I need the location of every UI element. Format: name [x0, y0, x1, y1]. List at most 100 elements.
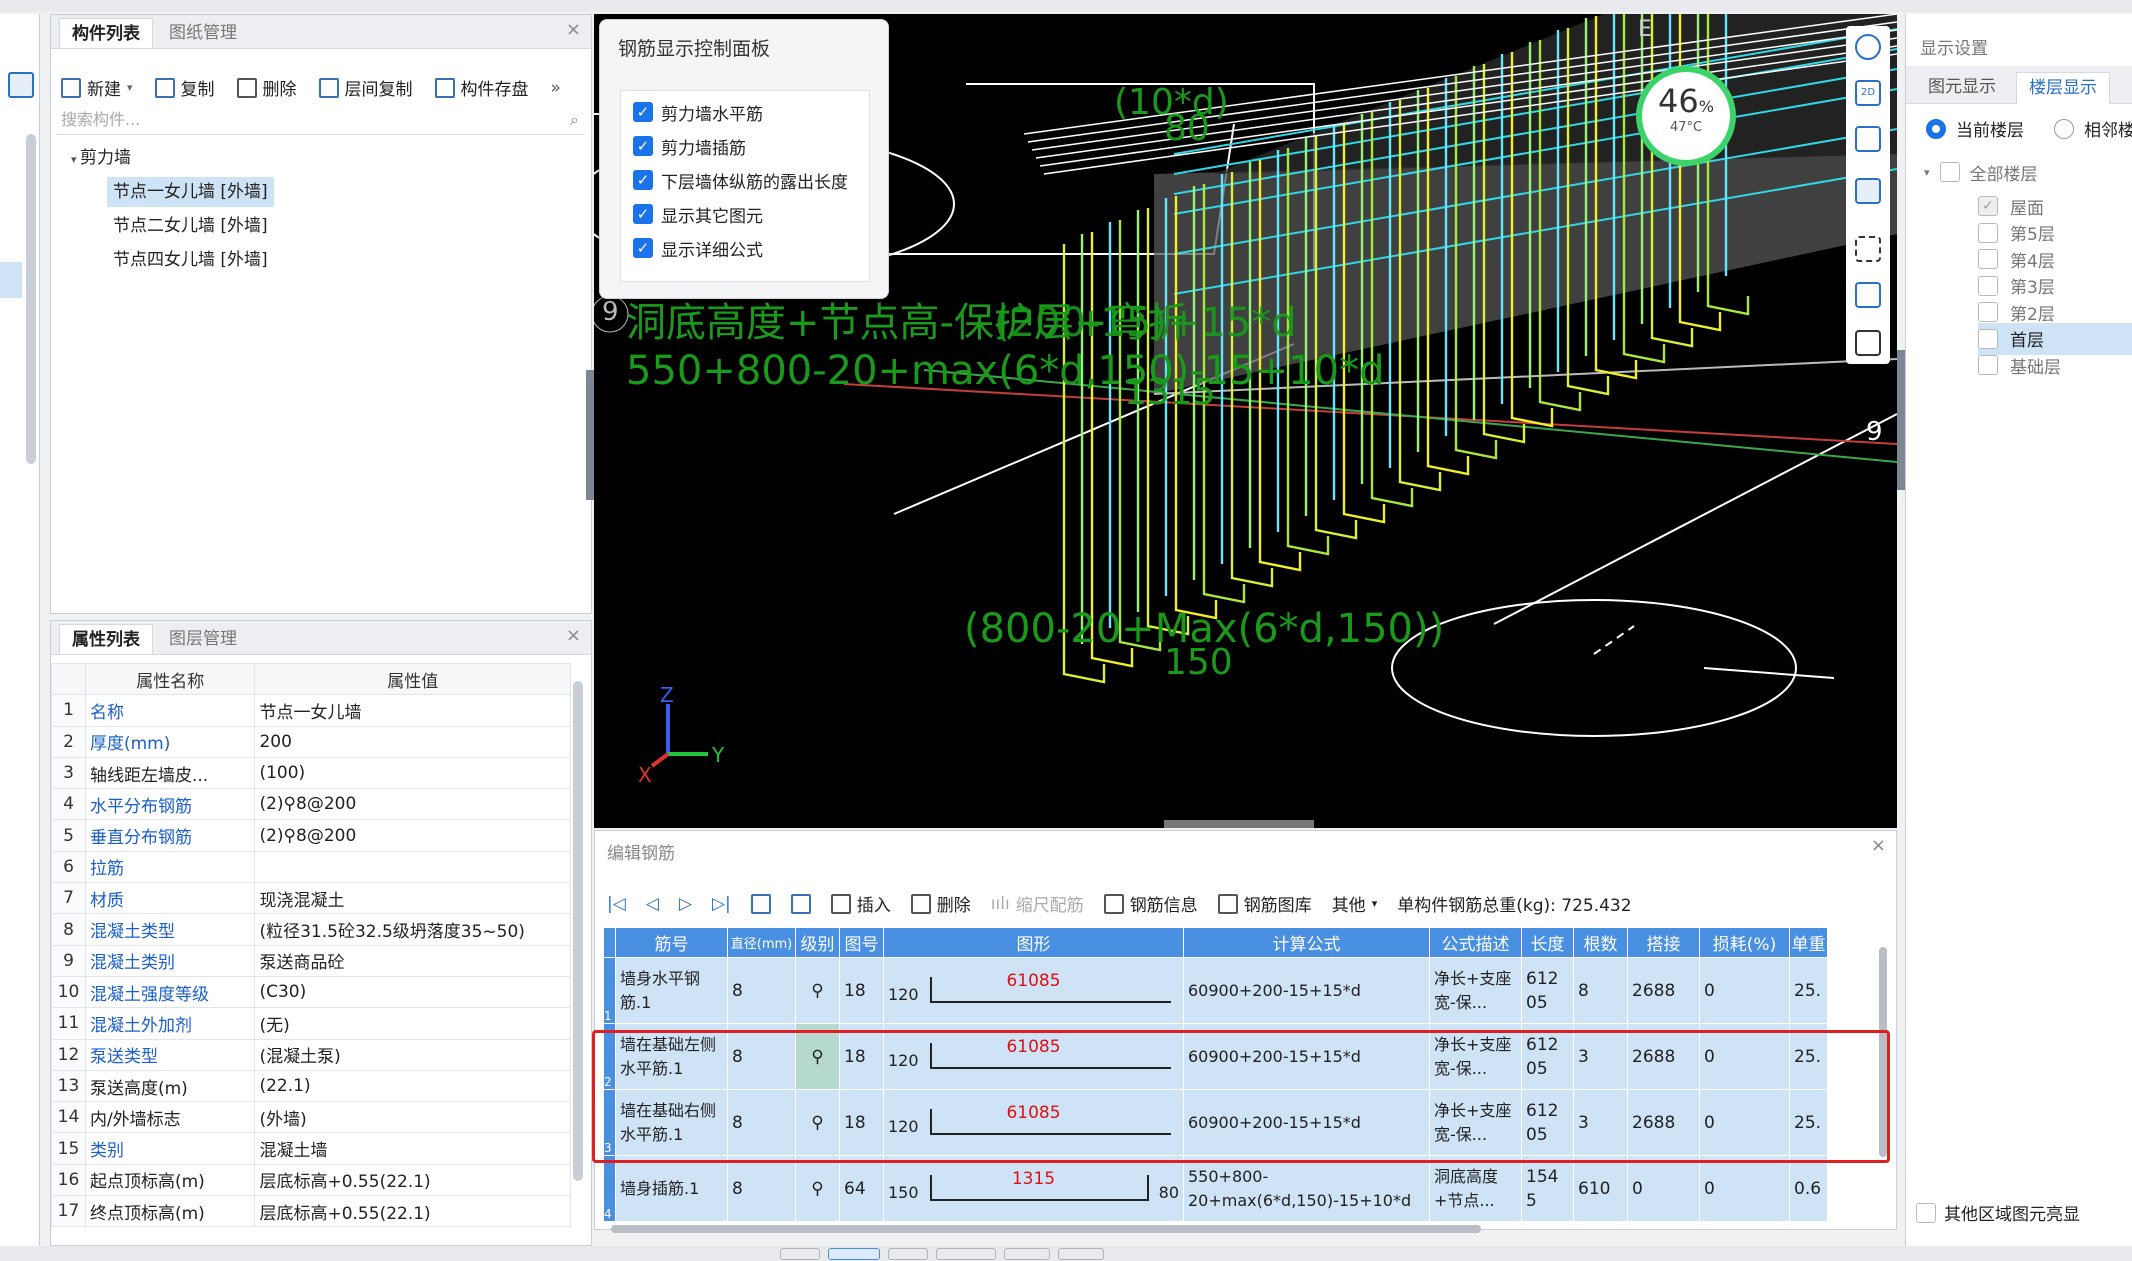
property-row[interactable]: 10 混凝土强度等级 (C30) [51, 975, 571, 1009]
rebar-loss[interactable]: 0 [1699, 957, 1790, 1024]
orbit-icon[interactable] [1855, 34, 1881, 60]
column-header[interactable]: 根数 [1573, 927, 1628, 958]
save-component-button[interactable]: 构件存盘 [434, 75, 529, 100]
new-button[interactable]: 新建 ▾ [61, 75, 133, 100]
property-row[interactable]: 17 终点顶标高(m) 层底标高+0.55(22.1) [51, 1195, 571, 1228]
rebar-formula[interactable]: 60900+200-15+15*d [1183, 957, 1430, 1024]
rebar-unit-weight[interactable]: 25. [1789, 957, 1828, 1024]
move-down-icon[interactable] [790, 893, 811, 914]
delete-row-button[interactable]: 删除 [910, 891, 971, 916]
property-row[interactable]: 6 拉筋 [51, 850, 571, 884]
column-header[interactable]: 直径(mm) [727, 927, 796, 958]
next-record-icon[interactable]: ▷ [679, 894, 692, 914]
list-icon[interactable] [8, 72, 34, 98]
tab-layer-manage[interactable]: 图层管理 [157, 624, 249, 654]
left-collapse-handle[interactable] [586, 370, 594, 500]
checkbox-lower-exposed-length[interactable]: ✓ 下层墙体纵筋的露出长度 [633, 165, 848, 195]
tab-floor-display[interactable]: 楼层显示 [2016, 72, 2110, 104]
insert-button[interactable]: 插入 [830, 891, 891, 916]
other-area-highlight[interactable]: 其他区域图元亮显 [1916, 1200, 2080, 1225]
last-record-icon[interactable]: ▷| [712, 894, 731, 914]
property-value[interactable]: (100) [254, 756, 571, 790]
property-row[interactable]: 3 轴线距左墙皮... (100) [51, 756, 571, 790]
tree-item-node4[interactable]: 节点四女儿墙 [外墙] [107, 245, 274, 275]
other-menu[interactable]: 其他 ▾ [1332, 891, 1378, 916]
property-value[interactable]: (C30) [254, 975, 571, 1009]
rebar-row[interactable]: 1 墙身水平钢筋.1 8 ⚲ 18 120 61085 60900+200-15… [603, 957, 1828, 1024]
property-value[interactable]: 层底标高+0.55(22.1) [254, 1195, 571, 1228]
box-view-icon[interactable] [1855, 178, 1881, 204]
property-value[interactable]: (2)⚲8@200 [254, 819, 571, 852]
tree-item-node2[interactable]: 节点二女儿墙 [外墙] [107, 211, 274, 241]
move-up-icon[interactable] [750, 893, 771, 914]
tree-root-shear-wall[interactable]: ▾ 剪力墙 [65, 143, 137, 173]
tab-drawing-manage[interactable]: 图纸管理 [157, 18, 249, 48]
cube-icon[interactable] [1855, 282, 1881, 308]
properties-view-icon[interactable] [1855, 330, 1881, 356]
floor-item[interactable]: 基础层 [1978, 349, 2132, 381]
strip-scrollbar[interactable] [26, 134, 36, 464]
column-header[interactable]: 计算公式 [1183, 927, 1430, 958]
property-value[interactable]: (粒径31.5砼32.5级坍落度35~50) [254, 913, 571, 946]
property-row[interactable]: 5 垂直分布钢筋 (2)⚲8@200 [51, 819, 571, 852]
property-row[interactable]: 15 类别 混凝土墙 [51, 1132, 571, 1165]
property-value[interactable]: (外墙) [254, 1101, 571, 1134]
property-row[interactable]: 8 混凝土类型 (粒径31.5砼32.5级坍落度35~50) [51, 913, 571, 946]
property-row[interactable]: 11 混凝土外加剂 (无) [51, 1007, 571, 1040]
column-header[interactable]: 损耗(%) [1699, 927, 1790, 958]
copy-button[interactable]: 复制 [154, 75, 215, 100]
property-value[interactable] [254, 850, 571, 884]
rebar-formula-desc[interactable]: 净长+支座宽-保... [1429, 957, 1522, 1024]
rebar-figure-no[interactable]: 18 [839, 957, 884, 1024]
property-value[interactable]: (无) [254, 1007, 571, 1040]
rebar-lap[interactable]: 0 [1627, 1155, 1700, 1222]
property-scrollbar[interactable] [573, 681, 583, 1181]
column-header[interactable]: 公式描述 [1429, 927, 1522, 958]
property-value[interactable]: 200 [254, 725, 571, 758]
column-header[interactable]: 级别 [795, 927, 840, 958]
delete-button[interactable]: 删除 [236, 75, 297, 100]
tab-element-display[interactable]: 图元显示 [1916, 72, 2008, 102]
column-header[interactable]: 长度 [1521, 927, 1574, 958]
property-value[interactable]: 混凝土墙 [254, 1132, 571, 1165]
more-icon[interactable]: » [551, 78, 561, 98]
3d-view-icon[interactable] [1855, 126, 1881, 152]
checkbox-show-formula[interactable]: ✓ 显示详细公式 [633, 233, 763, 263]
property-value[interactable]: (混凝土泵) [254, 1038, 571, 1071]
rebar-count[interactable]: 8 [1573, 957, 1628, 1024]
rebar-shape[interactable]: 150 1315 80 [883, 1155, 1184, 1222]
property-value[interactable]: (2)⚲8@200 [254, 788, 571, 821]
floor-tree-root[interactable]: ▾ 全部楼层 [1924, 156, 2038, 188]
property-row[interactable]: 14 内/外墙标志 (外墙) [51, 1101, 571, 1134]
property-row[interactable]: 12 泵送类型 (混凝土泵) [51, 1038, 571, 1071]
rebar-diameter[interactable]: 8 [727, 957, 796, 1024]
column-header[interactable]: 搭接 [1627, 927, 1700, 958]
rebar-length[interactable]: 1545 [1521, 1155, 1574, 1222]
tree-item-node1[interactable]: 节点一女儿墙 [外墙] [107, 177, 274, 207]
search-input[interactable]: 搜索构件... [61, 110, 140, 129]
column-header[interactable]: 图号 [839, 927, 884, 958]
rebar-shape[interactable]: 120 61085 [883, 957, 1184, 1024]
property-row[interactable]: 1 名称 节点一女儿墙 [51, 694, 571, 727]
property-value[interactable]: (22.1) [254, 1069, 571, 1103]
search-icon[interactable]: ⌕ [570, 105, 579, 135]
first-record-icon[interactable]: |◁ [607, 894, 626, 914]
radio-current-floor[interactable]: 当前楼层 [1926, 116, 2024, 141]
prev-record-icon[interactable]: ◁ [646, 894, 659, 914]
column-header[interactable]: 筋号 [615, 927, 728, 958]
rebar-info-button[interactable]: 钢筋信息 [1103, 891, 1198, 916]
checkbox-show-other-elements[interactable]: ✓ 显示其它图元 [633, 199, 763, 229]
property-row[interactable]: 7 材质 现浇混凝土 [51, 882, 571, 915]
property-row[interactable]: 4 水平分布钢筋 (2)⚲8@200 [51, 788, 571, 821]
property-value[interactable]: 节点一女儿墙 [254, 694, 571, 727]
right-collapse-handle[interactable] [1897, 350, 1905, 490]
checkbox-wall-dowel[interactable]: ✓ 剪力墙插筋 [633, 131, 746, 161]
close-icon[interactable]: × [566, 625, 581, 646]
rebar-diameter[interactable]: 8 [727, 1155, 796, 1222]
rebar-count[interactable]: 610 [1573, 1155, 1628, 1222]
rebar-lap[interactable]: 2688 [1627, 957, 1700, 1024]
rebar-hscrollbar[interactable] [611, 1225, 1481, 1233]
property-row[interactable]: 9 混凝土类别 泵送商品砼 [51, 944, 571, 977]
rebar-name[interactable]: 墙身水平钢筋.1 [615, 957, 728, 1024]
property-value[interactable]: 层底标高+0.55(22.1) [254, 1163, 571, 1197]
